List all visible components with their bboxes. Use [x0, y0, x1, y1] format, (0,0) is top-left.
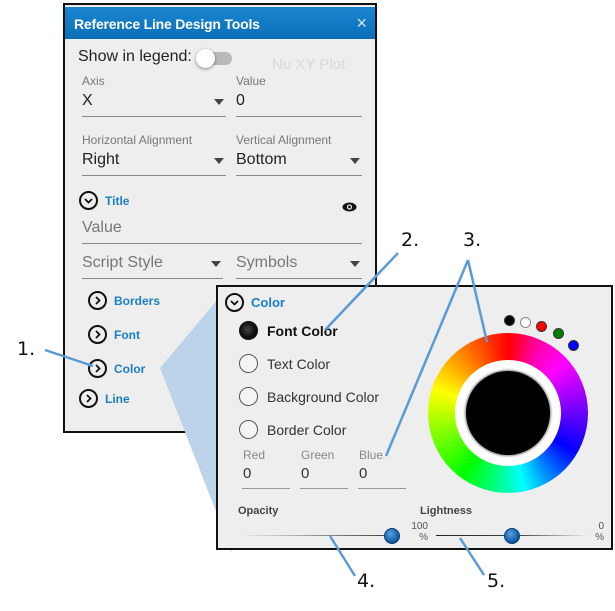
lightness-max-label: 0%	[595, 521, 604, 543]
value-value: 0	[236, 92, 245, 109]
radio-border-color[interactable]: Border Color	[239, 420, 346, 439]
callout-1: 1.	[17, 338, 36, 360]
section-color[interactable]: Color	[88, 359, 145, 378]
show-in-legend-label: Show in legend:	[78, 48, 192, 65]
value-label: Value	[236, 74, 266, 88]
radio-background-color-label: Background Color	[267, 388, 380, 405]
vertical-alignment-select[interactable]: Bottom	[236, 148, 362, 176]
chevron-down-icon	[350, 158, 360, 164]
radio-border-color-label: Border Color	[267, 421, 347, 438]
value-input[interactable]: 0	[236, 89, 362, 117]
radio-unselected-icon	[239, 387, 258, 406]
preset-color-swatch[interactable]	[568, 340, 579, 351]
section-line-label: Line	[105, 391, 130, 406]
background-ghost-text: Nu XY Plot	[272, 56, 346, 73]
opacity-slider[interactable]	[240, 528, 400, 544]
chevron-down-icon	[350, 261, 360, 267]
current-color-swatch	[466, 371, 550, 455]
chevron-down-icon	[211, 261, 221, 267]
radio-selected-icon	[239, 321, 258, 340]
eye-icon[interactable]	[342, 199, 357, 217]
section-borders-label: Borders	[114, 293, 161, 308]
lightness-min-label: 100%	[411, 521, 428, 543]
callout-4: 4.	[357, 570, 376, 592]
radio-unselected-icon	[239, 420, 258, 439]
preset-color-swatch[interactable]	[520, 317, 531, 328]
color-panel-header-label: Color	[251, 295, 285, 310]
title-value-placeholder: Value	[82, 219, 122, 236]
radio-background-color[interactable]: Background Color	[239, 387, 379, 406]
opacity-thumb[interactable]	[384, 528, 400, 544]
chevron-right-circle-icon	[88, 325, 107, 344]
horizontal-alignment-select[interactable]: Right	[82, 148, 226, 176]
blue-value: 0	[359, 465, 368, 482]
script-style-select[interactable]: Script Style	[82, 251, 223, 279]
lightness-label: Lightness	[420, 505, 472, 517]
lightness-thumb[interactable]	[504, 528, 520, 544]
chevron-right-circle-icon	[88, 359, 107, 378]
callout-3: 3.	[463, 229, 482, 251]
blue-input[interactable]: 0	[358, 462, 406, 489]
axis-select[interactable]: X	[82, 89, 226, 117]
panel-title: Reference Line Design Tools	[74, 16, 260, 32]
chevron-down-icon	[214, 158, 224, 164]
section-font[interactable]: Font	[88, 325, 140, 344]
opacity-track	[240, 535, 400, 536]
green-label: Green	[301, 448, 335, 462]
radio-font-color[interactable]: Font Color	[239, 321, 338, 340]
horizontal-alignment-label: Horizontal Alignment	[82, 133, 193, 147]
chevron-down-icon	[214, 99, 224, 105]
chevron-down-circle-icon	[225, 293, 244, 312]
lightness-slider[interactable]	[436, 528, 588, 544]
opacity-label: Opacity	[238, 505, 279, 517]
section-title[interactable]: Title	[79, 191, 129, 210]
preset-color-swatch[interactable]	[504, 315, 515, 326]
chevron-right-circle-icon	[88, 291, 107, 310]
section-font-label: Font	[114, 327, 140, 342]
preset-color-swatch[interactable]	[553, 328, 564, 339]
red-label: Red	[243, 448, 266, 462]
toggle-knob	[196, 49, 215, 68]
symbols-value: Symbols	[236, 254, 298, 271]
vertical-alignment-value: Bottom	[236, 151, 287, 168]
radio-font-color-label: Font Color	[267, 322, 338, 339]
radio-text-color[interactable]: Text Color	[239, 354, 330, 373]
show-in-legend-toggle[interactable]	[196, 49, 232, 68]
symbols-select[interactable]: Symbols	[236, 251, 362, 279]
section-title-label: Title	[105, 193, 130, 208]
color-panel-header[interactable]: Color	[225, 293, 285, 312]
red-value: 0	[243, 465, 252, 482]
horizontal-alignment-value: Right	[82, 151, 120, 168]
vertical-alignment-label: Vertical Alignment	[236, 133, 332, 147]
radio-unselected-icon	[239, 354, 258, 373]
script-style-value: Script Style	[82, 254, 163, 271]
callout-2: 2.	[401, 229, 420, 251]
section-borders[interactable]: Borders	[88, 291, 160, 310]
chevron-right-circle-icon	[79, 389, 98, 408]
section-line[interactable]: Line	[79, 389, 130, 408]
close-icon[interactable]: ×	[356, 13, 367, 33]
green-value: 0	[301, 465, 310, 482]
title-value-input[interactable]: Value	[82, 216, 362, 244]
panel-titlebar: Reference Line Design Tools ×	[65, 7, 375, 39]
axis-label: Axis	[82, 74, 105, 88]
red-input[interactable]: 0	[242, 462, 290, 489]
callout-5: 5.	[487, 570, 506, 592]
section-color-label: Color	[114, 361, 146, 376]
preset-color-swatch[interactable]	[536, 321, 547, 332]
chevron-down-circle-icon	[79, 191, 98, 210]
blue-label: Blue	[359, 448, 384, 462]
radio-text-color-label: Text Color	[267, 355, 331, 372]
color-wheel[interactable]	[428, 333, 588, 493]
axis-value: X	[82, 92, 93, 109]
green-input[interactable]: 0	[300, 462, 348, 489]
